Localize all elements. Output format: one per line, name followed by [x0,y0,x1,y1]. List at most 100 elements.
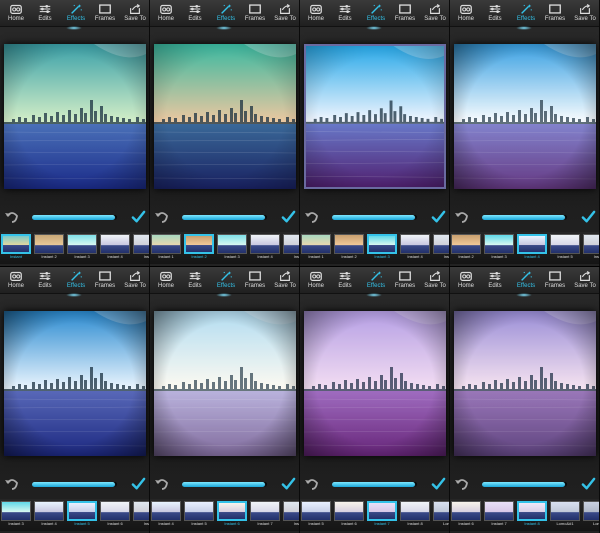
effect-thumbnail[interactable]: Instant 5 [550,234,580,262]
tab-edits[interactable]: Edits [181,269,209,293]
tab-frames[interactable]: Frames [541,2,569,26]
effect-thumbnail[interactable]: Instant 5 [184,501,214,529]
tab-frames[interactable]: Frames [91,2,119,26]
effect-thumbnail[interactable]: Instant 6 [334,501,364,529]
effect-thumbnail[interactable]: Insta [433,234,449,262]
effect-thumbnail[interactable]: Instant 4 [34,501,64,529]
effect-strength-slider[interactable] [32,215,117,220]
tab-save-to[interactable]: Save To [271,269,299,293]
tab-edits[interactable]: Edits [181,2,209,26]
effect-thumbnail[interactable]: Insta [133,234,149,262]
tab-save-to[interactable]: Save To [271,2,299,26]
undo-icon[interactable] [4,476,20,492]
tab-effects[interactable]: Effects [512,269,540,293]
effect-strength-slider[interactable] [332,482,417,487]
tab-edits[interactable]: Edits [31,269,59,293]
tab-effects[interactable]: Effects [512,2,540,26]
tab-edits[interactable]: Edits [331,2,359,26]
tab-home[interactable]: Home [152,269,180,293]
tab-frames[interactable]: Frames [91,269,119,293]
tab-effects[interactable]: Effects [362,2,390,26]
checkmark-icon[interactable] [581,477,596,492]
checkmark-icon[interactable] [431,477,446,492]
tab-home[interactable]: Home [452,2,480,26]
effect-thumbnail[interactable]: Insta [283,234,299,262]
effect-thumbnail[interactable]: Instant 4 [250,234,280,262]
checkmark-icon[interactable] [431,210,446,225]
effect-thumbnail[interactable]: Insta [133,501,149,529]
checkmark-icon[interactable] [131,210,146,225]
effect-thumbnail[interactable]: Instant 5 [301,501,331,529]
effect-thumbnail[interactable]: Instant 4 [400,234,430,262]
effect-thumbnail[interactable]: Instant 4 [151,501,181,529]
effect-strength-slider[interactable] [32,482,117,487]
effect-thumbnail[interactable]: Instant 4 [517,234,547,262]
effect-thumbnail[interactable]: Instant 3 [484,234,514,262]
undo-icon[interactable] [304,209,320,225]
effect-strength-slider[interactable] [332,215,417,220]
effect-thumbnail[interactable]: Instant 8 [517,501,547,529]
tab-home[interactable]: Home [452,269,480,293]
tab-save-to[interactable]: Save To [121,269,149,293]
effect-thumbnail[interactable]: Instant 7 [367,501,397,529]
effect-thumbnail[interactable]: Instant 7 [484,501,514,529]
effect-strength-slider[interactable] [482,215,567,220]
effect-thumbnail[interactable]: Instant 3 [67,234,97,262]
effect-thumbnail[interactable]: Insta [583,234,599,262]
tab-home[interactable]: Home [302,269,330,293]
tab-save-to[interactable]: Save To [571,2,599,26]
effect-thumbnail[interactable]: Instant 5 [67,501,97,529]
undo-icon[interactable] [454,209,470,225]
effect-thumbnail[interactable]: Instant 2 [184,234,214,262]
effect-thumbnail[interactable]: Instant 6 [217,501,247,529]
undo-icon[interactable] [154,476,170,492]
tab-home[interactable]: Home [2,2,30,26]
tab-edits[interactable]: Edits [331,269,359,293]
effect-strength-slider[interactable] [182,482,267,487]
tab-home[interactable]: Home [152,2,180,26]
effect-thumbnail[interactable]: Instant 7 [250,501,280,529]
effect-thumbnail[interactable]: Instant [1,234,31,262]
effect-thumbnail[interactable]: Insta [283,501,299,529]
effect-thumbnail[interactable]: Lomo&#1 [550,501,580,529]
effect-thumbnail[interactable]: Instant 8 [400,501,430,529]
effect-thumbnail[interactable]: Lomo [433,501,449,529]
checkmark-icon[interactable] [281,210,296,225]
effect-thumbnail[interactable]: Instant 2 [334,234,364,262]
tab-edits[interactable]: Edits [481,269,509,293]
tab-save-to[interactable]: Save To [421,269,449,293]
undo-icon[interactable] [304,476,320,492]
checkmark-icon[interactable] [281,477,296,492]
tab-save-to[interactable]: Save To [571,269,599,293]
effect-thumbnail[interactable]: Instant 3 [367,234,397,262]
tab-effects[interactable]: Effects [212,2,240,26]
tab-frames[interactable]: Frames [541,269,569,293]
effect-thumbnail[interactable]: Instant 3 [1,501,31,529]
tab-frames[interactable]: Frames [241,2,269,26]
checkmark-icon[interactable] [131,477,146,492]
effect-thumbnail[interactable]: Instant 4 [100,234,130,262]
tab-frames[interactable]: Frames [391,2,419,26]
effect-thumbnail[interactable]: Instant 2 [451,234,481,262]
tab-effects[interactable]: Effects [362,269,390,293]
tab-home[interactable]: Home [302,2,330,26]
undo-icon[interactable] [454,476,470,492]
effect-strength-slider[interactable] [182,215,267,220]
checkmark-icon[interactable] [581,210,596,225]
effect-thumbnail[interactable]: Instant 3 [217,234,247,262]
effect-thumbnail[interactable]: Instant 2 [34,234,64,262]
tab-home[interactable]: Home [2,269,30,293]
tab-effects[interactable]: Effects [62,269,90,293]
undo-icon[interactable] [4,209,20,225]
tab-edits[interactable]: Edits [481,2,509,26]
tab-edits[interactable]: Edits [31,2,59,26]
tab-save-to[interactable]: Save To [121,2,149,26]
tab-frames[interactable]: Frames [391,269,419,293]
tab-effects[interactable]: Effects [62,2,90,26]
effect-thumbnail[interactable]: Lomo [583,501,599,529]
effect-thumbnail[interactable]: Instant 1 [301,234,331,262]
tab-effects[interactable]: Effects [212,269,240,293]
effect-thumbnail[interactable]: Instant 1 [151,234,181,262]
effect-thumbnail[interactable]: Instant 6 [100,501,130,529]
effect-strength-slider[interactable] [482,482,567,487]
